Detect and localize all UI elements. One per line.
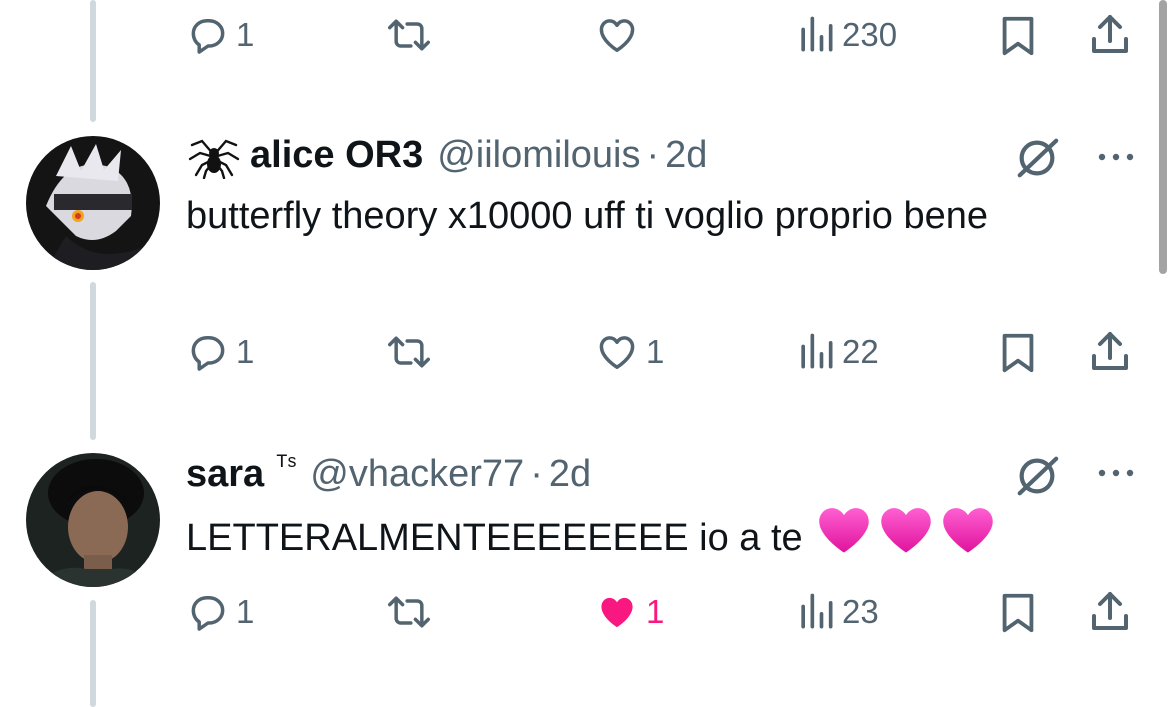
tweet-actions: 1 230 [186,5,1146,65]
bookmark-button[interactable] [998,590,1038,641]
more-icon [1098,469,1134,477]
views-button[interactable]: 22 [796,330,879,374]
share-icon [1092,15,1128,53]
reply-count: 1 [236,16,255,53]
like-icon [599,19,635,52]
share-button[interactable] [1088,588,1132,641]
bookmark-icon [1002,16,1034,56]
share-icon [1092,592,1128,630]
retweet-icon [388,19,430,51]
tweet-actions: 1 1 22 [186,322,1146,382]
thread-line-bottom [90,600,96,707]
tweet-actions: 1 1 23 [186,582,1146,642]
like-count: 1 [646,593,665,630]
share-button[interactable] [1088,328,1132,381]
reply-button[interactable]: 1 [186,13,254,57]
bookmark-button[interactable] [998,13,1038,64]
like-button-active[interactable]: 1 [594,590,664,634]
views-button[interactable]: 23 [796,590,879,634]
thread-line-middle [90,282,96,440]
more-button[interactable] [1096,150,1140,169]
tweet-text-line: LETTERALMENTEEEEEEEE io a te [186,505,1086,571]
grok-icon [1017,138,1059,178]
reply-count: 1 [236,333,255,370]
reply-icon [191,595,225,631]
name-suffix: ᵀˢ [276,449,297,479]
views-icon [801,593,833,629]
display-name[interactable]: alice OR3 [250,131,423,179]
views-icon [801,16,833,52]
reply-button[interactable]: 1 [186,590,254,634]
spider-icon [188,139,240,179]
timestamp[interactable]: 2d [549,450,591,498]
grok-button[interactable] [1012,135,1062,186]
like-button[interactable]: 1 [594,330,664,374]
views-button[interactable]: 230 [796,13,897,57]
views-count: 23 [842,593,879,630]
bookmark-icon [1002,593,1034,633]
pink-heart-emoji [817,505,871,571]
views-count: 22 [842,333,879,370]
tweet-text: butterfly theory x10000 uff ti voglio pr… [186,195,989,237]
separator-dot: · [646,134,660,176]
pink-heart-emoji [879,505,933,571]
more-button[interactable] [1096,466,1140,485]
separator-dot: · [530,453,543,495]
display-name[interactable]: sara [186,450,264,498]
views-icon [801,333,833,369]
retweet-button[interactable] [384,590,434,634]
share-button[interactable] [1088,11,1132,64]
tweet-header: alice OR3 @iilomilouis · 2d [186,131,707,179]
reply-button[interactable]: 1 [186,330,254,374]
scrollbar[interactable] [1159,0,1167,274]
grok-icon [1017,456,1059,496]
tweet-text: LETTERALMENTEEEEEEEE io a te [186,517,803,559]
retweet-icon [388,596,430,628]
reply-count: 1 [236,593,255,630]
retweet-button[interactable] [384,330,434,374]
avatar-image [26,453,160,587]
reply-icon [191,18,225,54]
share-icon [1092,332,1128,370]
avatar-image [26,136,160,270]
username[interactable]: @vhacker77 [310,450,524,498]
reply-icon [191,335,225,371]
retweet-icon [388,336,430,368]
like-count: 1 [646,333,665,370]
avatar[interactable] [26,136,160,270]
username[interactable]: @iilomilouis [437,131,640,179]
grok-button[interactable] [1012,453,1062,504]
more-icon [1098,153,1134,161]
timestamp[interactable]: 2d [665,131,707,179]
liked-heart-icon [601,597,633,628]
retweet-button[interactable] [384,13,434,57]
like-button[interactable] [594,13,640,57]
thread-line-top [90,0,96,122]
bookmark-icon [1002,333,1034,373]
tweet-header: sara ᵀˢ @vhacker77 · 2d [186,449,591,498]
like-icon [599,336,635,369]
views-count: 230 [842,16,898,53]
bookmark-button[interactable] [998,330,1038,381]
pink-heart-emoji [941,505,995,571]
avatar[interactable] [26,453,160,587]
